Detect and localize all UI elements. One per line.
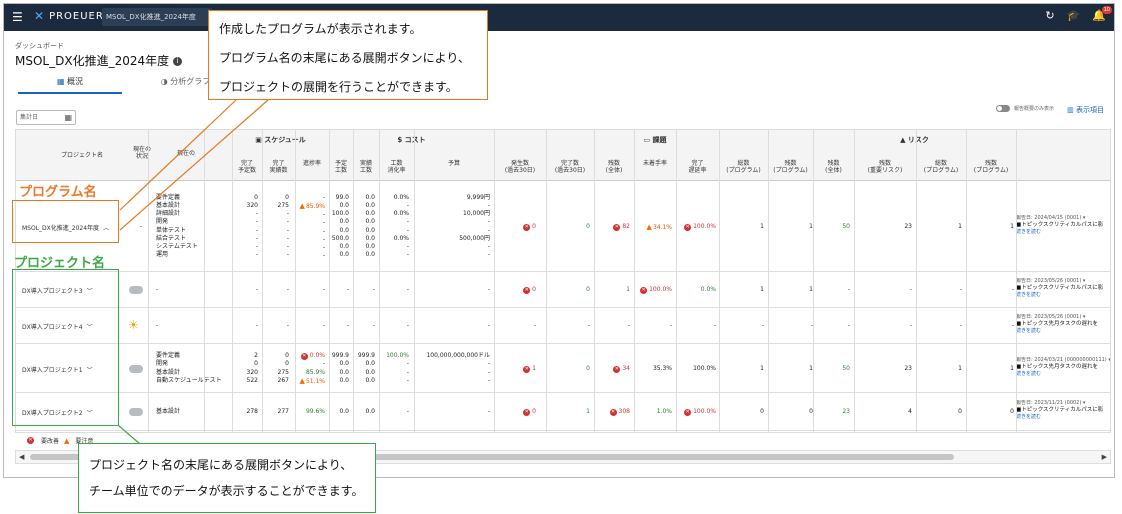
callout-lines (117, 99, 269, 445)
callout-project: プロジェクト名の末尾にある展開ボタンにより、 チーム単位でのデータが表示すること… (78, 443, 376, 513)
callout-program: 作成したプログラムが表示されます。 プログラム名の末尾にある展開ボタンにより、 … (208, 10, 488, 100)
